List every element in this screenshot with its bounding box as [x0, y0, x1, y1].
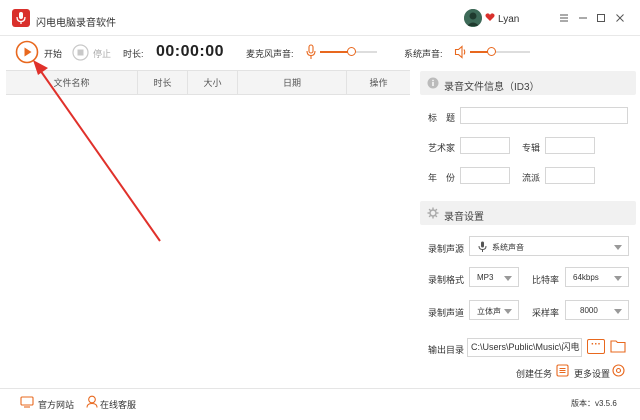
- samplerate-label: 采样率: [532, 308, 560, 318]
- format-select[interactable]: MP3: [469, 267, 519, 287]
- format-label: 录制格式: [428, 275, 465, 285]
- close-button[interactable]: [612, 10, 628, 26]
- genre-input[interactable]: [545, 167, 595, 184]
- source-value: 系统声音: [492, 243, 524, 252]
- info-icon: [427, 77, 439, 89]
- folder-icon[interactable]: [610, 339, 626, 353]
- title-bar: 闪电电脑录音软件 Lyan: [0, 0, 640, 36]
- microphone-icon: [478, 241, 487, 252]
- settings-gear-icon[interactable]: [612, 364, 625, 377]
- maximize-icon: [597, 14, 605, 22]
- customer-service-icon[interactable]: [86, 395, 98, 408]
- artist-label: 艺术家: [428, 143, 456, 153]
- chevron-down-icon: [614, 276, 622, 281]
- minimize-button[interactable]: [575, 10, 591, 26]
- column-file-name[interactable]: 文件名称: [6, 71, 138, 95]
- create-task-label[interactable]: 创建任务: [516, 367, 552, 380]
- app-logo: [12, 9, 30, 27]
- duration-label: 时长:: [123, 49, 144, 59]
- vip-heart-icon: [485, 13, 495, 21]
- microphone-icon: [16, 12, 26, 24]
- chevron-down-icon: [504, 276, 512, 281]
- settings-section-header: 录音设置: [420, 201, 636, 225]
- minimize-icon: [579, 17, 587, 19]
- menu-icon: [560, 14, 568, 22]
- file-table: 文件名称 时长 大小 日期 操作: [6, 70, 410, 382]
- system-volume-label: 系统声音:: [404, 49, 443, 59]
- artist-input[interactable]: [460, 137, 510, 154]
- speaker-icon: [454, 45, 466, 59]
- stop-button[interactable]: [72, 44, 89, 61]
- settings-section-title: 录音设置: [444, 212, 484, 223]
- stop-label[interactable]: 停止: [93, 47, 111, 60]
- menu-button[interactable]: [556, 10, 572, 26]
- channel-value: 立体声: [477, 307, 501, 316]
- play-icon: [15, 40, 39, 64]
- close-icon: [616, 14, 624, 22]
- album-input[interactable]: [545, 137, 595, 154]
- version-label: 版本：v3.5.6: [571, 399, 617, 408]
- mic-volume-slider[interactable]: [320, 47, 377, 57]
- username[interactable]: Lyan: [498, 14, 519, 25]
- output-dir-input[interactable]: C:\Users\Public\Music\闪电: [467, 338, 582, 357]
- duration-value: 00:00:00: [156, 43, 225, 60]
- bitrate-label: 比特率: [532, 275, 560, 285]
- samplerate-select[interactable]: 8000: [565, 300, 629, 320]
- table-header: 文件名称 时长 大小 日期 操作: [6, 70, 410, 95]
- chevron-down-icon: [504, 309, 512, 314]
- more-settings-label[interactable]: 更多设置: [574, 367, 610, 380]
- year-input[interactable]: [460, 167, 510, 184]
- online-support-link[interactable]: 在线客服: [100, 398, 136, 411]
- user-avatar-icon: [464, 9, 482, 27]
- channel-select[interactable]: 立体声: [469, 300, 519, 320]
- mic-volume-label: 麦克风声音:: [246, 49, 294, 59]
- gear-icon: [427, 207, 439, 219]
- column-actions[interactable]: 操作: [347, 71, 410, 95]
- avatar[interactable]: [464, 9, 482, 27]
- year-label: 年 份: [428, 173, 456, 183]
- system-volume-slider[interactable]: [470, 47, 530, 57]
- source-select[interactable]: 系统声音: [469, 236, 629, 256]
- start-button[interactable]: [15, 40, 39, 64]
- id3-section-title: 录音文件信息（ID3）: [444, 82, 540, 93]
- column-size[interactable]: 大小: [188, 71, 238, 95]
- title-input[interactable]: [460, 107, 628, 124]
- stop-icon: [72, 44, 89, 61]
- official-website-link[interactable]: 官方网站: [38, 398, 74, 411]
- chevron-down-icon: [614, 245, 622, 250]
- bitrate-value: 64kbps: [573, 273, 599, 282]
- task-list-icon[interactable]: [556, 364, 569, 377]
- title-label: 标 题: [428, 113, 456, 123]
- table-body: [6, 95, 410, 382]
- format-value: MP3: [477, 273, 494, 282]
- id3-section-header: 录音文件信息（ID3）: [420, 71, 636, 95]
- column-duration[interactable]: 时长: [138, 71, 188, 95]
- start-label[interactable]: 开始: [44, 47, 62, 60]
- app-title: 闪电电脑录音软件: [36, 18, 116, 29]
- channel-label: 录制声道: [428, 308, 465, 318]
- source-label: 录制声源: [428, 244, 465, 254]
- ellipsis-icon: ···: [591, 339, 601, 350]
- genre-label: 流派: [522, 173, 541, 183]
- chevron-down-icon: [614, 309, 622, 314]
- system-volume-knob[interactable]: [487, 47, 496, 56]
- maximize-button[interactable]: [593, 10, 609, 26]
- album-label: 专辑: [522, 143, 541, 153]
- website-icon[interactable]: [20, 396, 34, 408]
- column-date[interactable]: 日期: [238, 71, 347, 95]
- bitrate-select[interactable]: 64kbps: [565, 267, 629, 287]
- microphone-icon: [306, 44, 316, 59]
- samplerate-value: 8000: [580, 306, 598, 315]
- output-dir-label: 输出目录: [428, 345, 465, 355]
- mic-volume-knob[interactable]: [347, 47, 356, 56]
- browse-button[interactable]: ···: [587, 339, 605, 354]
